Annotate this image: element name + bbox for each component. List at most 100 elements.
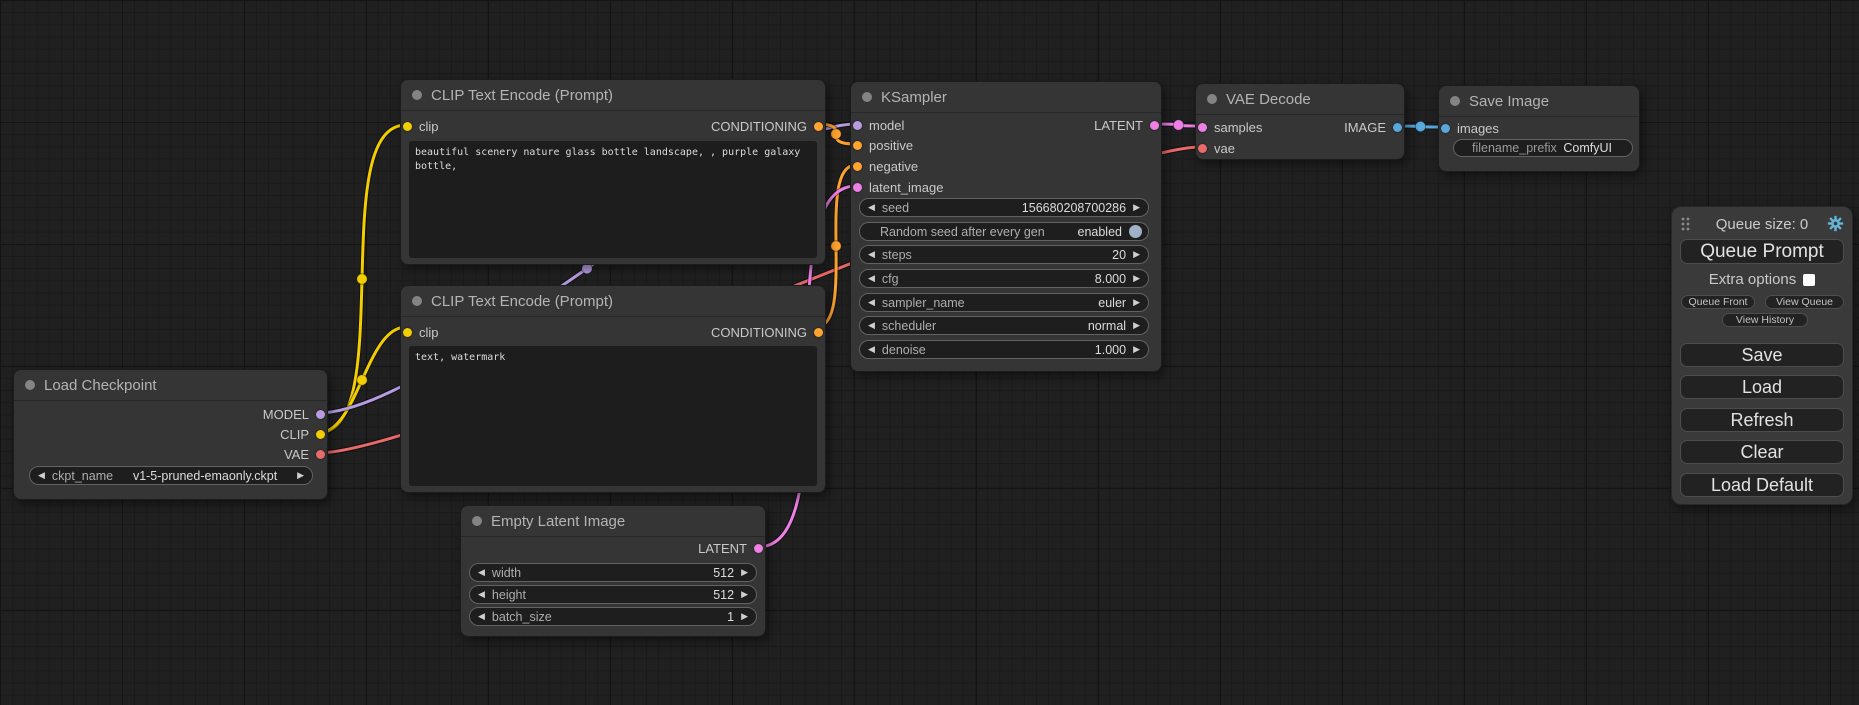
next-value-arrow-icon[interactable]: ▶ xyxy=(1133,274,1140,283)
node-load-checkpoint[interactable]: Load Checkpoint MODEL CLIP VAE ◀ ckpt_na… xyxy=(13,369,328,500)
node-title-bar[interactable]: CLIP Text Encode (Prompt) xyxy=(401,80,825,111)
conditioning-port-icon[interactable] xyxy=(814,328,823,337)
next-value-arrow-icon[interactable]: ▶ xyxy=(741,612,748,621)
node-title-bar[interactable]: Load Checkpoint xyxy=(14,370,327,401)
next-value-arrow-icon[interactable]: ▶ xyxy=(741,568,748,577)
prev-value-arrow-icon[interactable]: ◀ xyxy=(38,471,45,480)
input-positive[interactable]: positive xyxy=(853,137,913,153)
node-graph-canvas[interactable]: Load Checkpoint MODEL CLIP VAE ◀ ckpt_na… xyxy=(0,0,1859,705)
collapse-dot-icon[interactable] xyxy=(25,380,35,390)
next-value-arrow-icon[interactable]: ▶ xyxy=(297,471,304,480)
positive-prompt-textarea[interactable]: beautiful scenery nature glass bottle la… xyxy=(409,141,817,258)
prev-value-arrow-icon[interactable]: ◀ xyxy=(478,590,485,599)
input-images[interactable]: images xyxy=(1441,120,1499,136)
node-title-bar[interactable]: CLIP Text Encode (Prompt) xyxy=(401,286,825,317)
output-conditioning[interactable]: CONDITIONING xyxy=(711,324,823,340)
node-title-bar[interactable]: Empty Latent Image xyxy=(461,506,765,537)
collapse-dot-icon[interactable] xyxy=(412,296,422,306)
prev-value-arrow-icon[interactable]: ◀ xyxy=(478,612,485,621)
collapse-dot-icon[interactable] xyxy=(472,516,482,526)
image-port-icon[interactable] xyxy=(1441,124,1450,133)
next-value-arrow-icon[interactable]: ▶ xyxy=(1133,250,1140,259)
prev-value-arrow-icon[interactable]: ◀ xyxy=(868,298,875,307)
queue-prompt-button[interactable]: Queue Prompt xyxy=(1680,239,1844,264)
output-latent[interactable]: LATENT xyxy=(1094,117,1159,133)
input-vae[interactable]: vae xyxy=(1198,140,1235,156)
save-button[interactable]: Save xyxy=(1680,343,1844,367)
node-vae-decode[interactable]: VAE Decode samples vae IMAGE xyxy=(1195,83,1405,160)
collapse-dot-icon[interactable] xyxy=(862,92,872,102)
gear-icon[interactable] xyxy=(1827,215,1844,232)
latent-port-icon[interactable] xyxy=(853,183,862,192)
output-latent[interactable]: LATENT xyxy=(698,540,763,556)
conditioning-port-icon[interactable] xyxy=(853,162,862,171)
queue-front-button[interactable]: Queue Front xyxy=(1681,295,1755,309)
load-button[interactable]: Load xyxy=(1680,375,1844,399)
node-title-bar[interactable]: VAE Decode xyxy=(1196,84,1404,115)
negative-prompt-textarea[interactable]: text, watermark xyxy=(409,346,817,486)
next-value-arrow-icon[interactable]: ▶ xyxy=(1133,298,1140,307)
widget-width[interactable]: ◀ width 512 ▶ xyxy=(469,563,757,582)
node-title-bar[interactable]: Save Image xyxy=(1439,86,1639,117)
widget-sampler-name[interactable]: ◀ sampler_name euler ▶ xyxy=(859,293,1149,312)
queue-panel[interactable]: Queue size: 0 Queue Prompt Extra options… xyxy=(1671,206,1853,505)
collapse-dot-icon[interactable] xyxy=(1450,96,1460,106)
widget-batch-size[interactable]: ◀ batch_size 1 ▶ xyxy=(469,607,757,626)
latent-port-icon[interactable] xyxy=(754,544,763,553)
conditioning-port-icon[interactable] xyxy=(853,141,862,150)
next-value-arrow-icon[interactable]: ▶ xyxy=(1133,203,1140,212)
widget-steps[interactable]: ◀ steps 20 ▶ xyxy=(859,245,1149,264)
output-clip[interactable]: CLIP xyxy=(280,426,325,442)
toggle-enabled-icon[interactable] xyxy=(1129,225,1142,238)
prev-value-arrow-icon[interactable]: ◀ xyxy=(868,203,875,212)
node-empty-latent-image[interactable]: Empty Latent Image LATENT ◀ width 512 ▶ … xyxy=(460,505,766,637)
clip-port-icon[interactable] xyxy=(403,328,412,337)
next-value-arrow-icon[interactable]: ▶ xyxy=(1133,321,1140,330)
conditioning-port-icon[interactable] xyxy=(814,122,823,131)
refresh-button[interactable]: Refresh xyxy=(1680,408,1844,432)
vae-port-icon[interactable] xyxy=(316,450,325,459)
output-image[interactable]: IMAGE xyxy=(1344,119,1402,135)
widget-cfg[interactable]: ◀ cfg 8.000 ▶ xyxy=(859,269,1149,288)
view-history-button[interactable]: View History xyxy=(1722,313,1808,327)
node-clip-text-encode-positive[interactable]: CLIP Text Encode (Prompt) clip CONDITION… xyxy=(400,79,826,265)
prev-value-arrow-icon[interactable]: ◀ xyxy=(868,250,875,259)
latent-port-icon[interactable] xyxy=(1198,123,1207,132)
vae-port-icon[interactable] xyxy=(1198,144,1207,153)
output-model[interactable]: MODEL xyxy=(263,406,325,422)
node-save-image[interactable]: Save Image images filename_prefix ComfyU… xyxy=(1438,85,1640,172)
model-port-icon[interactable] xyxy=(853,121,862,130)
node-clip-text-encode-negative[interactable]: CLIP Text Encode (Prompt) clip CONDITION… xyxy=(400,285,826,493)
prev-value-arrow-icon[interactable]: ◀ xyxy=(478,568,485,577)
next-value-arrow-icon[interactable]: ▶ xyxy=(741,590,748,599)
input-negative[interactable]: negative xyxy=(853,158,918,174)
input-samples[interactable]: samples xyxy=(1198,119,1262,135)
prev-value-arrow-icon[interactable]: ◀ xyxy=(868,321,875,330)
model-port-icon[interactable] xyxy=(316,410,325,419)
load-default-button[interactable]: Load Default xyxy=(1680,473,1844,497)
latent-port-icon[interactable] xyxy=(1150,121,1159,130)
input-clip[interactable]: clip xyxy=(403,118,439,134)
view-queue-button[interactable]: View Queue xyxy=(1765,295,1844,309)
image-port-icon[interactable] xyxy=(1393,123,1402,132)
next-value-arrow-icon[interactable]: ▶ xyxy=(1133,345,1140,354)
input-latent-image[interactable]: latent_image xyxy=(853,179,943,195)
widget-denoise[interactable]: ◀ denoise 1.000 ▶ xyxy=(859,340,1149,359)
widget-random-seed-toggle[interactable]: Random seed after every gen enabled xyxy=(859,222,1149,241)
clip-port-icon[interactable] xyxy=(316,430,325,439)
prev-value-arrow-icon[interactable]: ◀ xyxy=(868,274,875,283)
input-model[interactable]: model xyxy=(853,117,904,133)
widget-filename-prefix[interactable]: filename_prefix ComfyUI xyxy=(1453,139,1633,157)
widget-scheduler[interactable]: ◀ scheduler normal ▶ xyxy=(859,316,1149,335)
node-ksampler[interactable]: KSampler model positive negative latent_… xyxy=(850,81,1162,372)
widget-ckpt-name[interactable]: ◀ ckpt_name v1-5-pruned-emaonly.ckpt ▶ xyxy=(29,466,313,485)
collapse-dot-icon[interactable] xyxy=(412,90,422,100)
input-clip[interactable]: clip xyxy=(403,324,439,340)
output-conditioning[interactable]: CONDITIONING xyxy=(711,118,823,134)
extra-options-checkbox[interactable] xyxy=(1803,274,1815,286)
output-vae[interactable]: VAE xyxy=(284,446,325,462)
prev-value-arrow-icon[interactable]: ◀ xyxy=(868,345,875,354)
widget-height[interactable]: ◀ height 512 ▶ xyxy=(469,585,757,604)
node-title-bar[interactable]: KSampler xyxy=(851,82,1161,113)
widget-seed[interactable]: ◀ seed 156680208700286 ▶ xyxy=(859,198,1149,217)
